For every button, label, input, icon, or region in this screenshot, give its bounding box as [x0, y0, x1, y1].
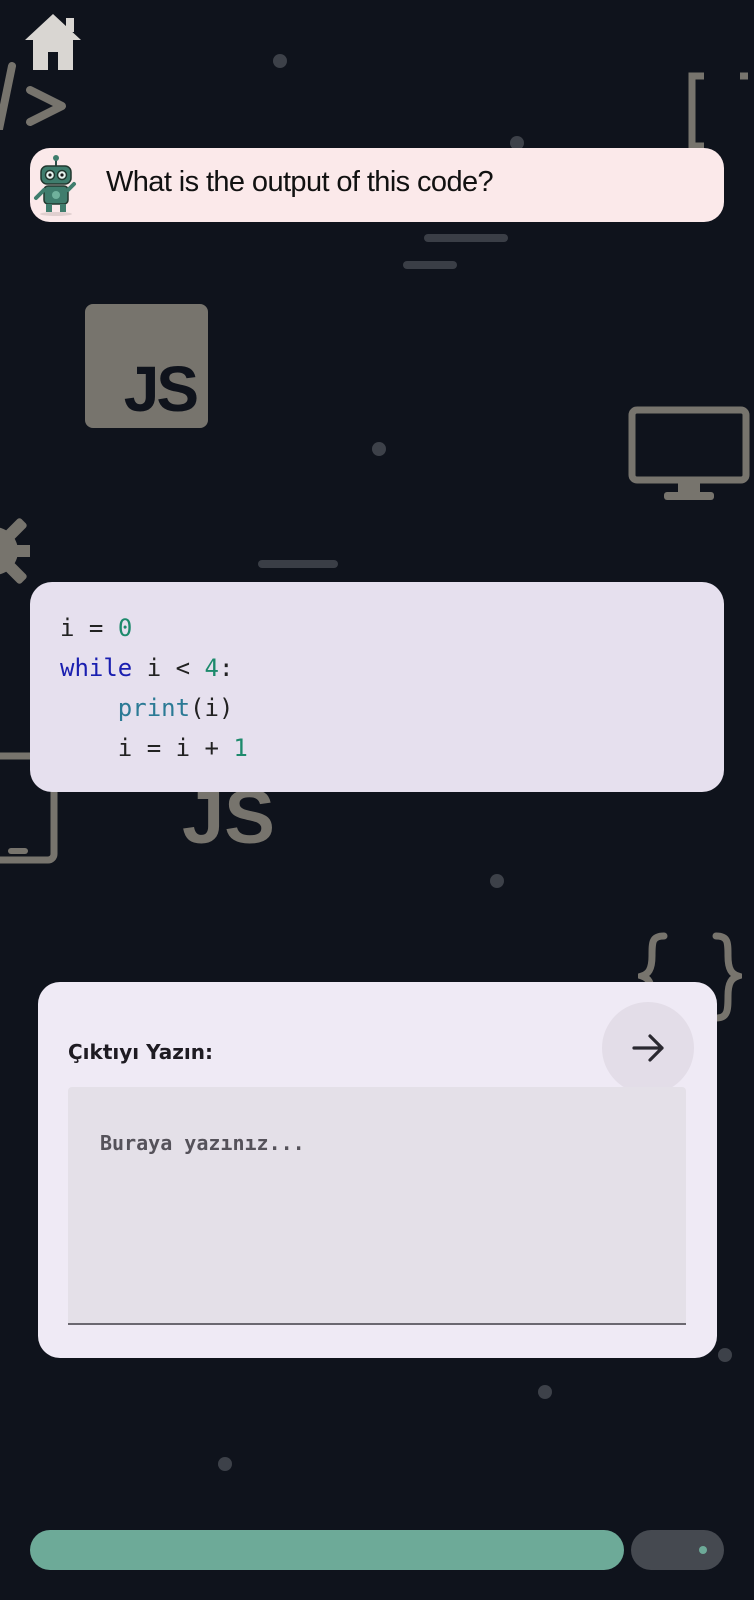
code-token: (i) [190, 694, 234, 722]
code-token: print [117, 694, 191, 722]
code-token: 1 [233, 734, 248, 762]
decor-dot [538, 1385, 552, 1399]
answer-label: Çıktıyı Yazın: [68, 1040, 213, 1064]
code-token: i [60, 614, 75, 642]
decor-dot [718, 1348, 732, 1362]
code-token: 4 [204, 654, 219, 682]
decor-dot [273, 54, 287, 68]
answer-card: Çıktıyı Yazın: [38, 982, 717, 1358]
gear-icon [0, 518, 30, 584]
js-logo-icon: JS [85, 304, 208, 428]
code-token: i < [132, 654, 205, 682]
code-line: while i < 4: [60, 654, 233, 682]
code-line: print(i) [60, 694, 234, 722]
progress-fill [30, 1530, 624, 1570]
code-token: i = i + [117, 734, 234, 762]
code-token: = [74, 614, 118, 642]
question-text: What is the output of this code? [106, 166, 494, 198]
decor-dash [424, 234, 508, 242]
robot-icon [34, 155, 76, 216]
code-token: while [60, 654, 133, 682]
code-line: i = i + 1 [60, 734, 248, 762]
code-token: 0 [117, 614, 133, 642]
progress-end-dot [699, 1546, 707, 1554]
progress-track [631, 1530, 724, 1570]
code-line: i = 0 [60, 614, 132, 642]
home-icon[interactable] [22, 12, 84, 72]
decor-dot [372, 442, 386, 456]
decor-dash [403, 261, 457, 269]
js-badge-text: JS [123, 353, 199, 425]
send-button[interactable] [602, 1002, 694, 1094]
question-bubble: What is the output of this code? [30, 148, 724, 222]
code-token: : [218, 654, 234, 682]
decor-dash [258, 560, 338, 568]
arrow-right-icon [632, 1034, 664, 1062]
decor-dot [218, 1457, 232, 1471]
brackets-icon [688, 72, 748, 150]
decor-dot [490, 874, 504, 888]
code-block: i = 0 while i < 4: print(i) i = i + 1 [30, 582, 724, 792]
answer-input[interactable] [68, 1087, 686, 1325]
monitor-icon [628, 406, 750, 500]
